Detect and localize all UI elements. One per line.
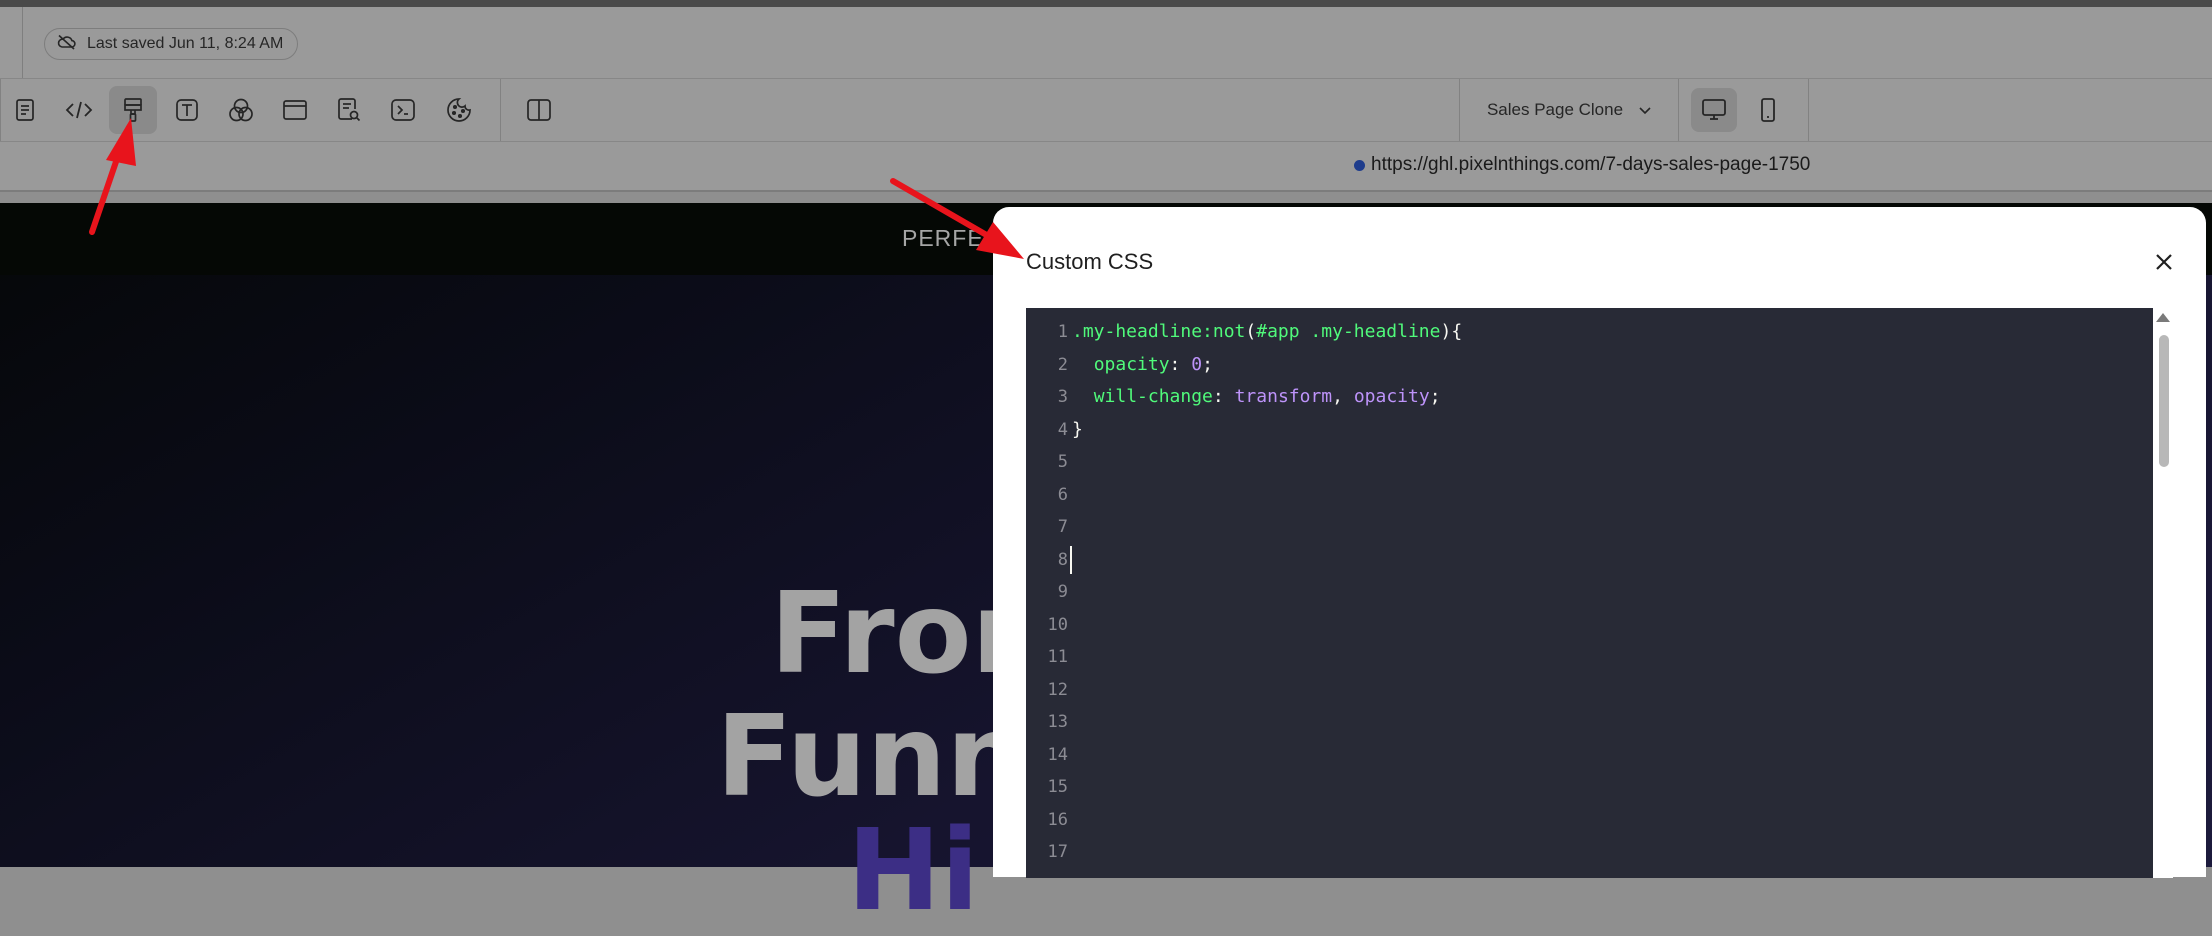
line-number: 10 bbox=[1047, 614, 1068, 635]
status-bar: Last saved Jun 11, 8:24 AM bbox=[0, 7, 2212, 79]
code-line-8 bbox=[1070, 544, 1462, 577]
line-number: 13 bbox=[1047, 712, 1068, 732]
line-number: 17 bbox=[1047, 842, 1068, 862]
hero-headline-line2: Funn bbox=[716, 692, 1027, 822]
page-select-value: Sales Page Clone bbox=[1486, 100, 1624, 119]
layout-icon[interactable] bbox=[271, 86, 319, 134]
page-select-dropdown[interactable]: Sales Page Clone bbox=[1460, 79, 1678, 141]
line-number: 2 bbox=[1057, 354, 1068, 375]
modal-title: Custom CSS bbox=[1026, 249, 1154, 274]
close-icon bbox=[2156, 254, 2172, 270]
hero-headline-line3: Hi bbox=[847, 806, 980, 936]
color-circles-icon[interactable] bbox=[217, 86, 265, 134]
line-number: 15 bbox=[1047, 777, 1068, 797]
page-search-icon[interactable] bbox=[325, 86, 373, 134]
line-number: 5 bbox=[1057, 452, 1068, 472]
code-line-1: .my-headline:not(#app .my-headline){ bbox=[1072, 321, 1463, 342]
line-number: 6 bbox=[1057, 484, 1068, 505]
text-cursor bbox=[1070, 545, 1072, 574]
page-url-text: https://ghl.pixelnthings.com/7-days-sale… bbox=[1371, 154, 1811, 175]
line-number: 12 bbox=[1047, 679, 1068, 700]
scrollbar-thumb[interactable] bbox=[2159, 335, 2169, 467]
device-switcher bbox=[1680, 79, 1808, 141]
line-number: 7 bbox=[1057, 517, 1068, 537]
mobile-icon[interactable] bbox=[1745, 88, 1791, 132]
line-number-gutter: 1 2 3 4 5 6 7 8 9 10 11 12 13 14 15 16 17 bbox=[1026, 316, 1068, 869]
terminal-icon[interactable] bbox=[379, 86, 427, 134]
code-line-2: opacity: 0; bbox=[1093, 353, 1213, 375]
line-number: 9 bbox=[1057, 582, 1068, 602]
code-line-3: will-change: transform, opacity; bbox=[1093, 386, 1441, 407]
split-view-icon[interactable] bbox=[515, 86, 563, 134]
line-number: 8 bbox=[1057, 549, 1068, 570]
line-number: 3 bbox=[1057, 387, 1068, 407]
editor-toolbar: Sales Page Clone bbox=[0, 79, 2212, 142]
saved-status-pill: Last saved Jun 11, 8:24 AM bbox=[44, 28, 299, 60]
text-icon[interactable] bbox=[163, 86, 211, 134]
line-number: 14 bbox=[1047, 744, 1068, 765]
code-content[interactable]: .my-headline:not(#app .my-headline){ opa… bbox=[1070, 316, 1463, 869]
page-url[interactable]: https://ghl.pixelnthings.com/7-days-sale… bbox=[1354, 154, 1810, 176]
code-icon[interactable] bbox=[55, 86, 103, 134]
close-button[interactable] bbox=[2149, 247, 2179, 277]
preview-top-text: PERFE bbox=[902, 225, 984, 251]
desktop-icon[interactable] bbox=[1691, 88, 1737, 132]
cookie-icon[interactable] bbox=[435, 86, 483, 134]
line-number: 1 bbox=[1057, 322, 1068, 342]
code-line-4: } bbox=[1072, 418, 1083, 440]
chevron-down-icon bbox=[1639, 100, 1651, 120]
saved-status-text: Last saved Jun 11, 8:24 AM bbox=[87, 35, 284, 52]
line-number: 4 bbox=[1057, 419, 1068, 440]
custom-css-modal: Custom CSS 1 2 3 4 5 6 7 8 9 10 11 12 13 14 15 16 17 .my… bbox=[993, 207, 2206, 878]
line-number: 11 bbox=[1047, 647, 1068, 667]
window-top-edge bbox=[0, 0, 2212, 7]
line-number: 16 bbox=[1047, 809, 1068, 830]
paint-brush-icon[interactable] bbox=[109, 86, 157, 134]
pages-icon[interactable] bbox=[1, 86, 49, 134]
address-bar: https://ghl.pixelnthings.com/7-days-sale… bbox=[0, 142, 2212, 192]
cloud-off-icon bbox=[57, 34, 77, 55]
css-code-editor[interactable]: 1 2 3 4 5 6 7 8 9 10 11 12 13 14 15 16 17 .my-headline:n… bbox=[1026, 308, 2153, 878]
status-dot-icon bbox=[1354, 159, 1365, 171]
scroll-up-arrow-icon[interactable] bbox=[2156, 313, 2170, 322]
